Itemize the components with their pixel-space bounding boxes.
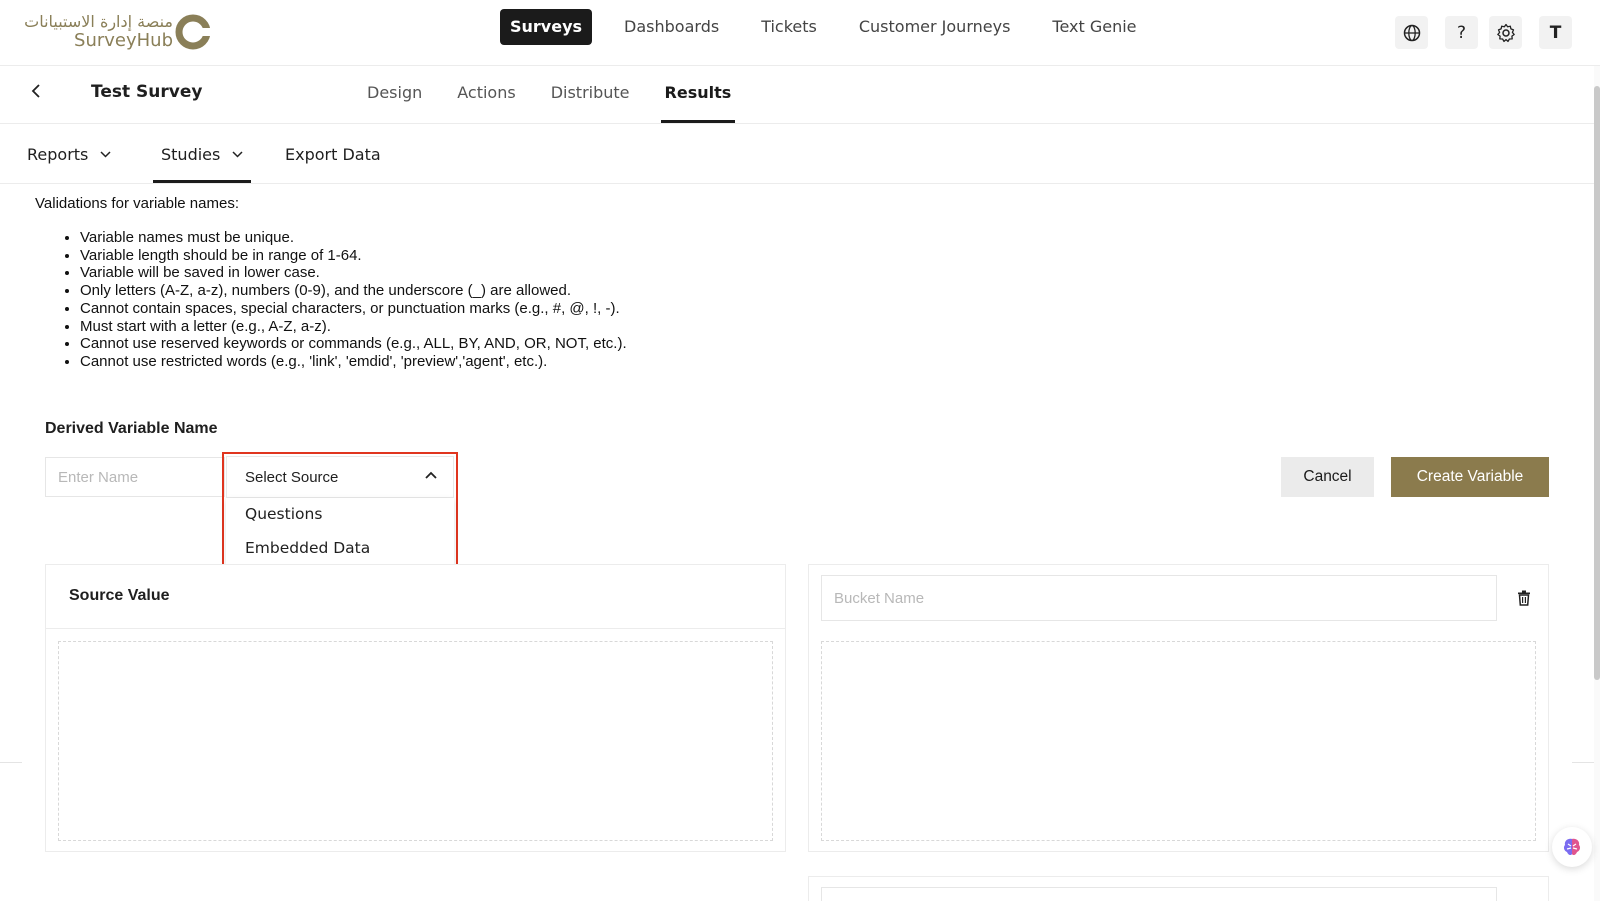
avatar-initial: T <box>1549 22 1562 43</box>
help-button[interactable]: ? <box>1445 16 1478 49</box>
nav-customer-journeys[interactable]: Customer Journeys <box>849 9 1021 45</box>
create-variable-button[interactable]: Create Variable <box>1391 457 1549 497</box>
bucket-panel <box>808 564 1549 852</box>
validation-rule: Variable length should be in range of 1-… <box>80 247 627 265</box>
chevron-up-icon <box>425 471 437 479</box>
derived-variable-label: Derived Variable Name <box>45 420 218 437</box>
tab-results[interactable]: Results <box>660 66 736 124</box>
chevron-down-icon <box>100 150 111 158</box>
main-nav: Surveys Dashboards Tickets Customer Jour… <box>500 9 1169 45</box>
source-select-value: Select Source <box>245 468 339 486</box>
results-nav: Reports Studies Export Data <box>0 124 1594 184</box>
avatar[interactable]: T <box>1539 16 1572 49</box>
validation-rule: Variable names must be unique. <box>80 229 627 247</box>
top-header: منصة إدارة الاستبيانات SurveyHub Surveys… <box>0 0 1600 66</box>
divider <box>1572 762 1594 763</box>
validation-title: Validations for variable names: <box>35 195 239 212</box>
survey-tabs: Design Actions Distribute Results <box>363 66 762 124</box>
tab-design[interactable]: Design <box>363 66 426 124</box>
ai-assistant-button[interactable] <box>1552 827 1592 867</box>
nav-dashboards[interactable]: Dashboards <box>614 9 729 45</box>
source-value-panel: Source Value <box>45 564 786 852</box>
tab-export-data[interactable]: Export Data <box>285 124 381 184</box>
back-button[interactable] <box>26 80 46 102</box>
nav-tickets[interactable]: Tickets <box>751 9 827 45</box>
scrollbar-thumb[interactable] <box>1594 86 1600 680</box>
source-value-dropzone[interactable] <box>58 641 773 841</box>
survey-title: Test Survey <box>91 82 203 102</box>
bucket-dropzone[interactable] <box>821 641 1536 841</box>
source-select[interactable]: Select Source <box>226 456 454 498</box>
chevron-down-icon <box>232 150 243 158</box>
delete-bucket-button[interactable] <box>1514 587 1534 609</box>
variable-name-input[interactable] <box>45 457 225 497</box>
cancel-button[interactable]: Cancel <box>1281 457 1374 497</box>
validation-rule: Variable will be saved in lower case. <box>80 264 627 282</box>
brand-arabic-name: منصة إدارة الاستبيانات <box>24 12 173 31</box>
validation-list: Variable names must be unique. Variable … <box>80 229 627 371</box>
validation-rule: Cannot contain spaces, special character… <box>80 300 627 318</box>
bucket-name-input[interactable] <box>821 575 1497 621</box>
menu-item-embedded-data[interactable]: Embedded Data <box>226 532 454 566</box>
settings-button[interactable] <box>1489 16 1522 49</box>
brand-logo[interactable]: منصة إدارة الاستبيانات SurveyHub <box>21 12 217 52</box>
brand-mark-icon <box>175 14 211 50</box>
validation-rule: Must start with a letter (e.g., A-Z, a-z… <box>80 318 627 336</box>
language-button[interactable] <box>1395 16 1428 49</box>
tab-actions[interactable]: Actions <box>453 66 519 124</box>
bucket-panel <box>808 876 1549 901</box>
divider <box>0 762 22 763</box>
tab-distribute[interactable]: Distribute <box>547 66 634 124</box>
tab-studies-label: Studies <box>161 144 221 164</box>
survey-header: Test Survey Design Actions Distribute Re… <box>0 66 1594 124</box>
tab-reports[interactable]: Reports <box>27 124 111 184</box>
chevron-left-icon <box>31 84 40 98</box>
nav-surveys[interactable]: Surveys <box>500 9 593 45</box>
trash-icon <box>1518 590 1530 606</box>
bucket-name-input[interactable] <box>821 887 1497 901</box>
validation-rule: Only letters (A-Z, a-z), numbers (0-9), … <box>80 282 627 300</box>
tab-studies[interactable]: Studies <box>152 124 252 184</box>
validation-rule: Cannot use reserved keywords or commands… <box>80 335 627 353</box>
validation-rules: Validations for variable names: Variable… <box>35 195 627 371</box>
brand-name: SurveyHub <box>74 30 173 51</box>
menu-item-questions[interactable]: Questions <box>226 498 454 532</box>
source-value-header: Source Value <box>46 565 785 629</box>
brain-icon <box>1563 838 1581 856</box>
globe-icon <box>1403 24 1420 41</box>
help-icon: ? <box>1456 22 1467 43</box>
gear-icon <box>1496 23 1515 42</box>
source-value-title: Source Value <box>69 587 170 604</box>
tab-reports-label: Reports <box>27 144 89 164</box>
validation-rule: Cannot use restricted words (e.g., 'link… <box>80 353 627 371</box>
source-dropdown-menu: Questions Embedded Data <box>226 498 454 566</box>
nav-text-genie[interactable]: Text Genie <box>1042 9 1146 45</box>
tab-export-data-label: Export Data <box>285 144 381 164</box>
